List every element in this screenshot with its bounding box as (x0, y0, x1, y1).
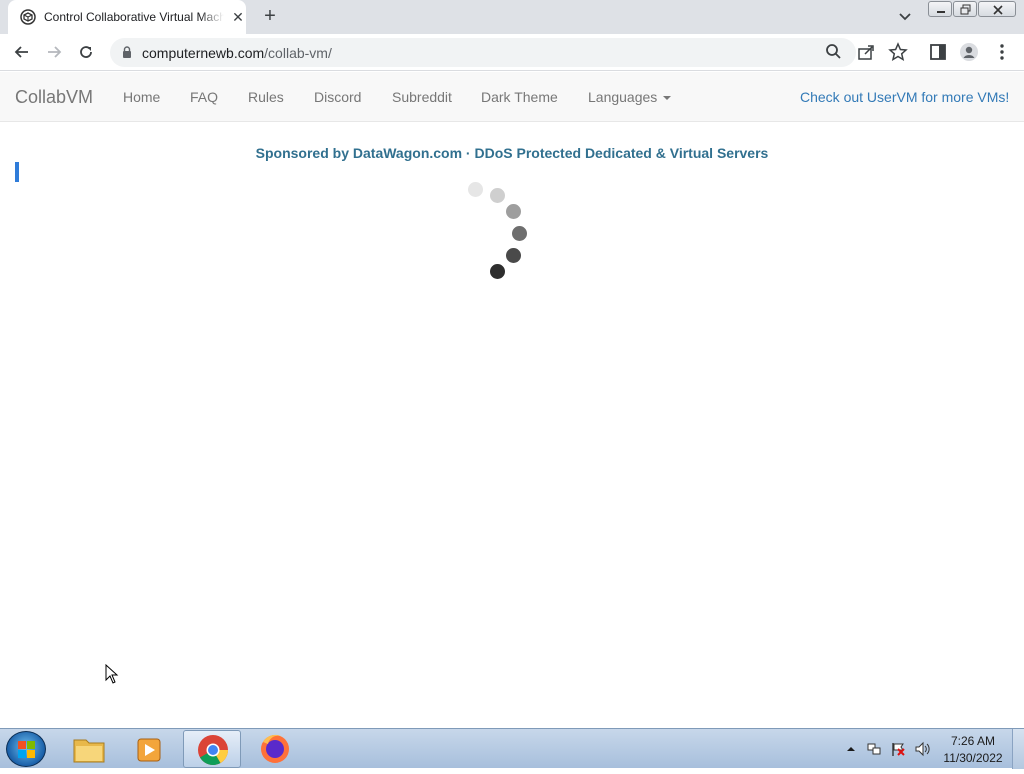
firefox-icon (261, 734, 289, 763)
spinner-dot (490, 188, 505, 203)
uservm-link[interactable]: Check out UserVM for more VMs! (800, 89, 1009, 105)
window-minimize-button[interactable] (928, 1, 952, 17)
brand-logo[interactable]: CollabVM (15, 87, 93, 108)
chrome-icon (198, 735, 228, 766)
back-arrow-icon[interactable] (12, 42, 32, 62)
new-tab-button[interactable]: + (259, 6, 281, 28)
windows-logo-icon (18, 741, 35, 758)
profile-avatar-icon[interactable] (959, 42, 979, 62)
show-desktop-button[interactable] (1012, 729, 1024, 769)
window-restore-button[interactable] (953, 1, 977, 17)
taskbar-firefox[interactable] (246, 730, 304, 768)
vm-list-indicator (15, 162, 19, 182)
lock-icon[interactable] (120, 45, 134, 59)
minimize-icon (937, 11, 945, 13)
spinner-dot (490, 264, 505, 279)
taskbar-explorer[interactable] (60, 730, 118, 768)
browser-tab-strip: Control Collaborative Virtual Machines ✕… (0, 0, 1024, 34)
volume-icon[interactable] (914, 741, 930, 757)
spinner-dot (506, 204, 521, 219)
url-text[interactable]: computernewb.com/collab-vm/ (142, 45, 332, 61)
tab-title: Control Collaborative Virtual Machines (44, 10, 224, 24)
action-center-flag-icon[interactable] (890, 741, 906, 757)
nav-discord[interactable]: Discord (314, 89, 361, 105)
nav-languages-dropdown[interactable]: Languages (588, 89, 672, 105)
url-path: /collab-vm/ (264, 45, 332, 61)
nav-rules[interactable]: Rules (248, 89, 284, 105)
spinner-dot (512, 226, 527, 241)
close-icon (993, 5, 1003, 15)
bookmark-star-icon[interactable] (888, 42, 908, 62)
languages-label: Languages (588, 89, 658, 105)
start-button[interactable] (6, 731, 46, 767)
side-panel-icon[interactable] (928, 42, 948, 62)
taskbar-media-player[interactable] (120, 730, 178, 768)
url-host: computernewb.com (142, 45, 265, 61)
site-navbar: CollabVM Home FAQ Rules Discord Subreddi… (0, 72, 1024, 122)
caret-down-icon (663, 96, 672, 101)
media-player-icon (137, 738, 161, 762)
tab-close-icon[interactable]: ✕ (230, 9, 246, 25)
folder-icon (73, 739, 105, 763)
nav-subreddit[interactable]: Subreddit (392, 89, 452, 105)
nav-faq[interactable]: FAQ (190, 89, 218, 105)
restore-icon (960, 4, 971, 15)
kebab-menu-icon[interactable] (992, 42, 1012, 62)
address-bar[interactable]: computernewb.com/collab-vm/ (110, 38, 856, 67)
mouse-cursor-icon (105, 664, 119, 684)
loading-spinner (460, 178, 540, 288)
nav-dark-theme[interactable]: Dark Theme (481, 89, 558, 105)
spinner-dot (506, 248, 521, 263)
nav-home[interactable]: Home (123, 89, 160, 105)
share-icon[interactable] (856, 42, 876, 62)
windows-taskbar: 7:26 AM 11/30/2022 (0, 728, 1024, 769)
window-close-button[interactable] (978, 1, 1016, 17)
clock-date[interactable]: 11/30/2022 (940, 751, 1006, 765)
taskbar-chrome[interactable] (183, 730, 241, 768)
site-favicon-icon (20, 9, 36, 25)
spinner-dot (468, 182, 483, 197)
reload-icon[interactable] (76, 42, 96, 62)
clock-time[interactable]: 7:26 AM (940, 734, 1006, 748)
zoom-search-icon[interactable] (824, 42, 844, 62)
network-icon[interactable] (866, 741, 882, 757)
browser-toolbar: computernewb.com/collab-vm/ (0, 34, 1024, 71)
tray-show-hidden-icon[interactable] (843, 741, 859, 757)
tab-search-chevron-icon[interactable] (896, 9, 914, 25)
forward-arrow-icon[interactable] (44, 42, 64, 62)
sponsor-banner[interactable]: Sponsored by DataWagon.com · DDoS Protec… (0, 145, 1024, 161)
browser-tab[interactable]: Control Collaborative Virtual Machines ✕ (8, 0, 246, 34)
